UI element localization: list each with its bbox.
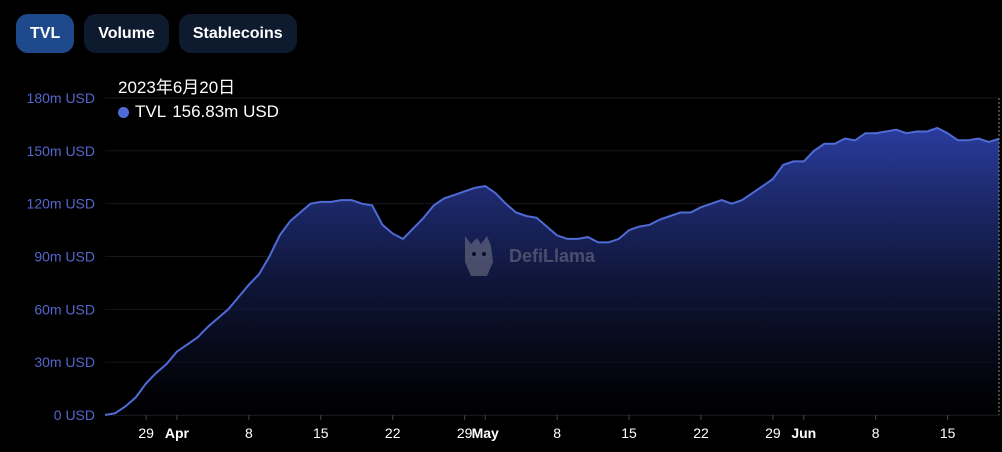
x-tick-label: 8 [245,425,253,441]
tvl-area-chart[interactable]: 0 USD 30m USD 60m USD 90m USD 120m USD 150m U… [0,0,1002,452]
x-tick-label: 15 [313,425,329,441]
x-tick-label: 29 [765,425,781,441]
x-tick-label: Apr [165,425,190,441]
llama-logo-icon [465,236,493,276]
tooltip-value: 156.83m USD [172,102,279,121]
series-dot-icon [118,106,129,118]
watermark-text: DefiLlama [509,245,596,266]
x-tick-label: 22 [385,425,401,441]
tooltip-date: 2023年6月20日 [118,78,236,97]
y-tick-label: 0 USD [54,407,95,423]
x-tick-label: 15 [621,425,637,441]
y-tick-label: 120m USD [27,196,95,212]
y-tick-label: 30m USD [34,354,95,370]
y-tick-label: 90m USD [34,249,95,265]
x-tick-label: 8 [872,425,880,441]
x-tick-label: Jun [791,425,816,441]
x-tick-label: May [472,425,499,441]
x-tick-label: 29 [457,425,473,441]
defillama-watermark: DefiLlama [457,232,595,280]
x-tick-label: 29 [138,425,154,441]
y-tick-label: 150m USD [27,143,95,159]
hover-tooltip: 2023年6月20日 TVL 156.83m USD [118,76,279,124]
y-tick-label: 60m USD [34,301,95,317]
x-tick-label: 15 [940,425,956,441]
x-tick-label: 22 [693,425,709,441]
tooltip-series-name: TVL [135,102,167,121]
y-tick-label: 180m USD [27,90,95,106]
x-tick-label: 8 [553,425,561,441]
